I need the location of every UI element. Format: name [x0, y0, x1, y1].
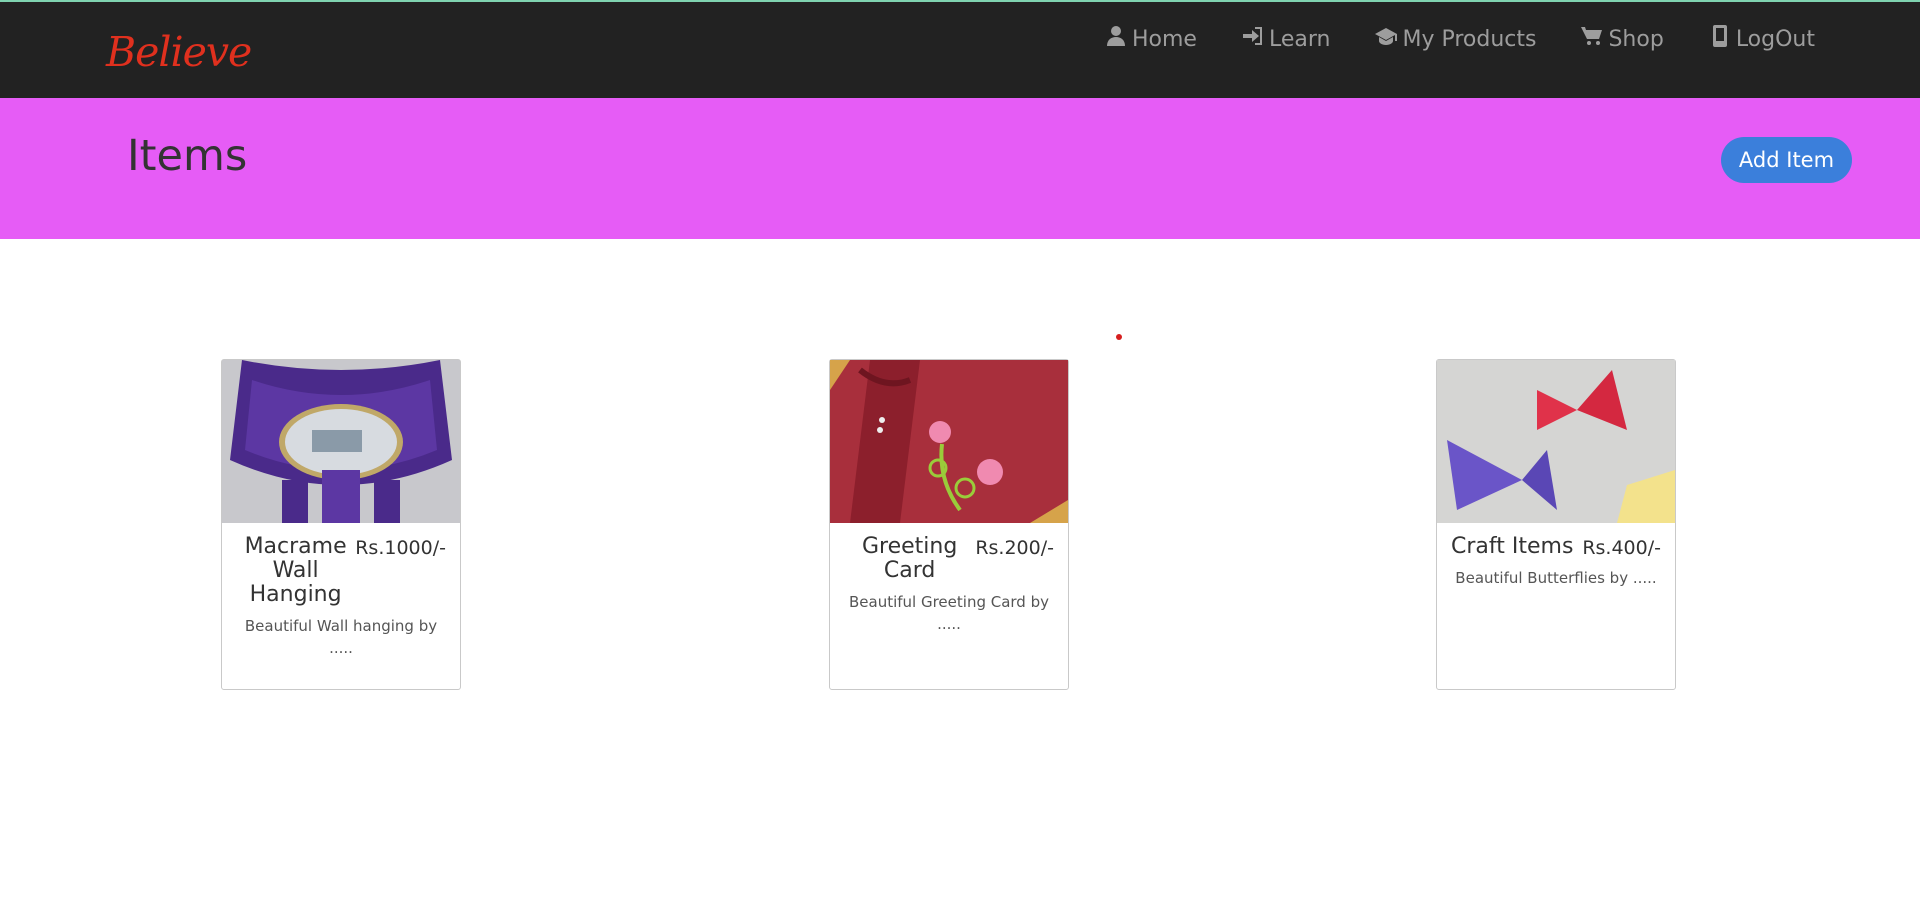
- product-card[interactable]: Macrame Wall Hanging Rs.1000/- Beautiful…: [221, 359, 461, 690]
- nav-label-shop: Shop: [1608, 26, 1664, 52]
- navbar: Believe Home Learn My Products Shop LogO…: [0, 0, 1920, 98]
- page-banner: Items Add Item: [0, 98, 1920, 239]
- nav-label-logout: LogOut: [1735, 26, 1815, 52]
- nav-item-logout[interactable]: LogOut: [1708, 24, 1815, 54]
- product-card[interactable]: Greeting Card Rs.200/- Beautiful Greetin…: [829, 359, 1069, 690]
- nav-item-my-products[interactable]: My Products: [1374, 24, 1536, 54]
- nav-label-my-products: My Products: [1402, 26, 1537, 52]
- product-name: Macrame Wall Hanging: [244, 534, 347, 607]
- greeting-card-image: [830, 360, 1068, 523]
- product-name: Craft Items: [1451, 534, 1574, 559]
- product-description: Beautiful Greeting Card by .....: [848, 593, 1049, 633]
- product-price: Rs.200/-: [975, 537, 1054, 559]
- phone-icon: [1708, 24, 1732, 54]
- product-card[interactable]: Craft Items Rs.400/- Beautiful Butterfli…: [1436, 359, 1676, 690]
- nav-item-home[interactable]: Home: [1104, 24, 1197, 54]
- cart-icon: [1580, 24, 1604, 54]
- product-name: Greeting Card: [862, 534, 958, 583]
- brand-logo[interactable]: Believe: [106, 28, 252, 76]
- product-price: Rs.400/-: [1582, 537, 1661, 559]
- product-price: Rs.1000/-: [355, 537, 446, 559]
- login-icon: [1241, 24, 1265, 54]
- decorative-dot: [1116, 334, 1122, 340]
- paper-butterflies-image: [1437, 360, 1675, 523]
- nav-label-home: Home: [1132, 26, 1197, 52]
- macrame-wall-hanging-image: [222, 360, 460, 523]
- graduation-cap-icon: [1374, 24, 1398, 54]
- product-description: Beautiful Butterflies by .....: [1455, 569, 1657, 587]
- nav-item-shop[interactable]: Shop: [1580, 24, 1664, 54]
- main-nav: Home Learn My Products Shop LogOut: [1104, 24, 1815, 54]
- nav-item-learn[interactable]: Learn: [1241, 24, 1331, 54]
- nav-label-learn: Learn: [1268, 26, 1331, 52]
- add-item-button[interactable]: Add Item: [1721, 137, 1852, 183]
- page-title: Items: [127, 131, 248, 181]
- product-description: Beautiful Wall hanging by .....: [244, 617, 438, 657]
- user-icon: [1104, 24, 1128, 54]
